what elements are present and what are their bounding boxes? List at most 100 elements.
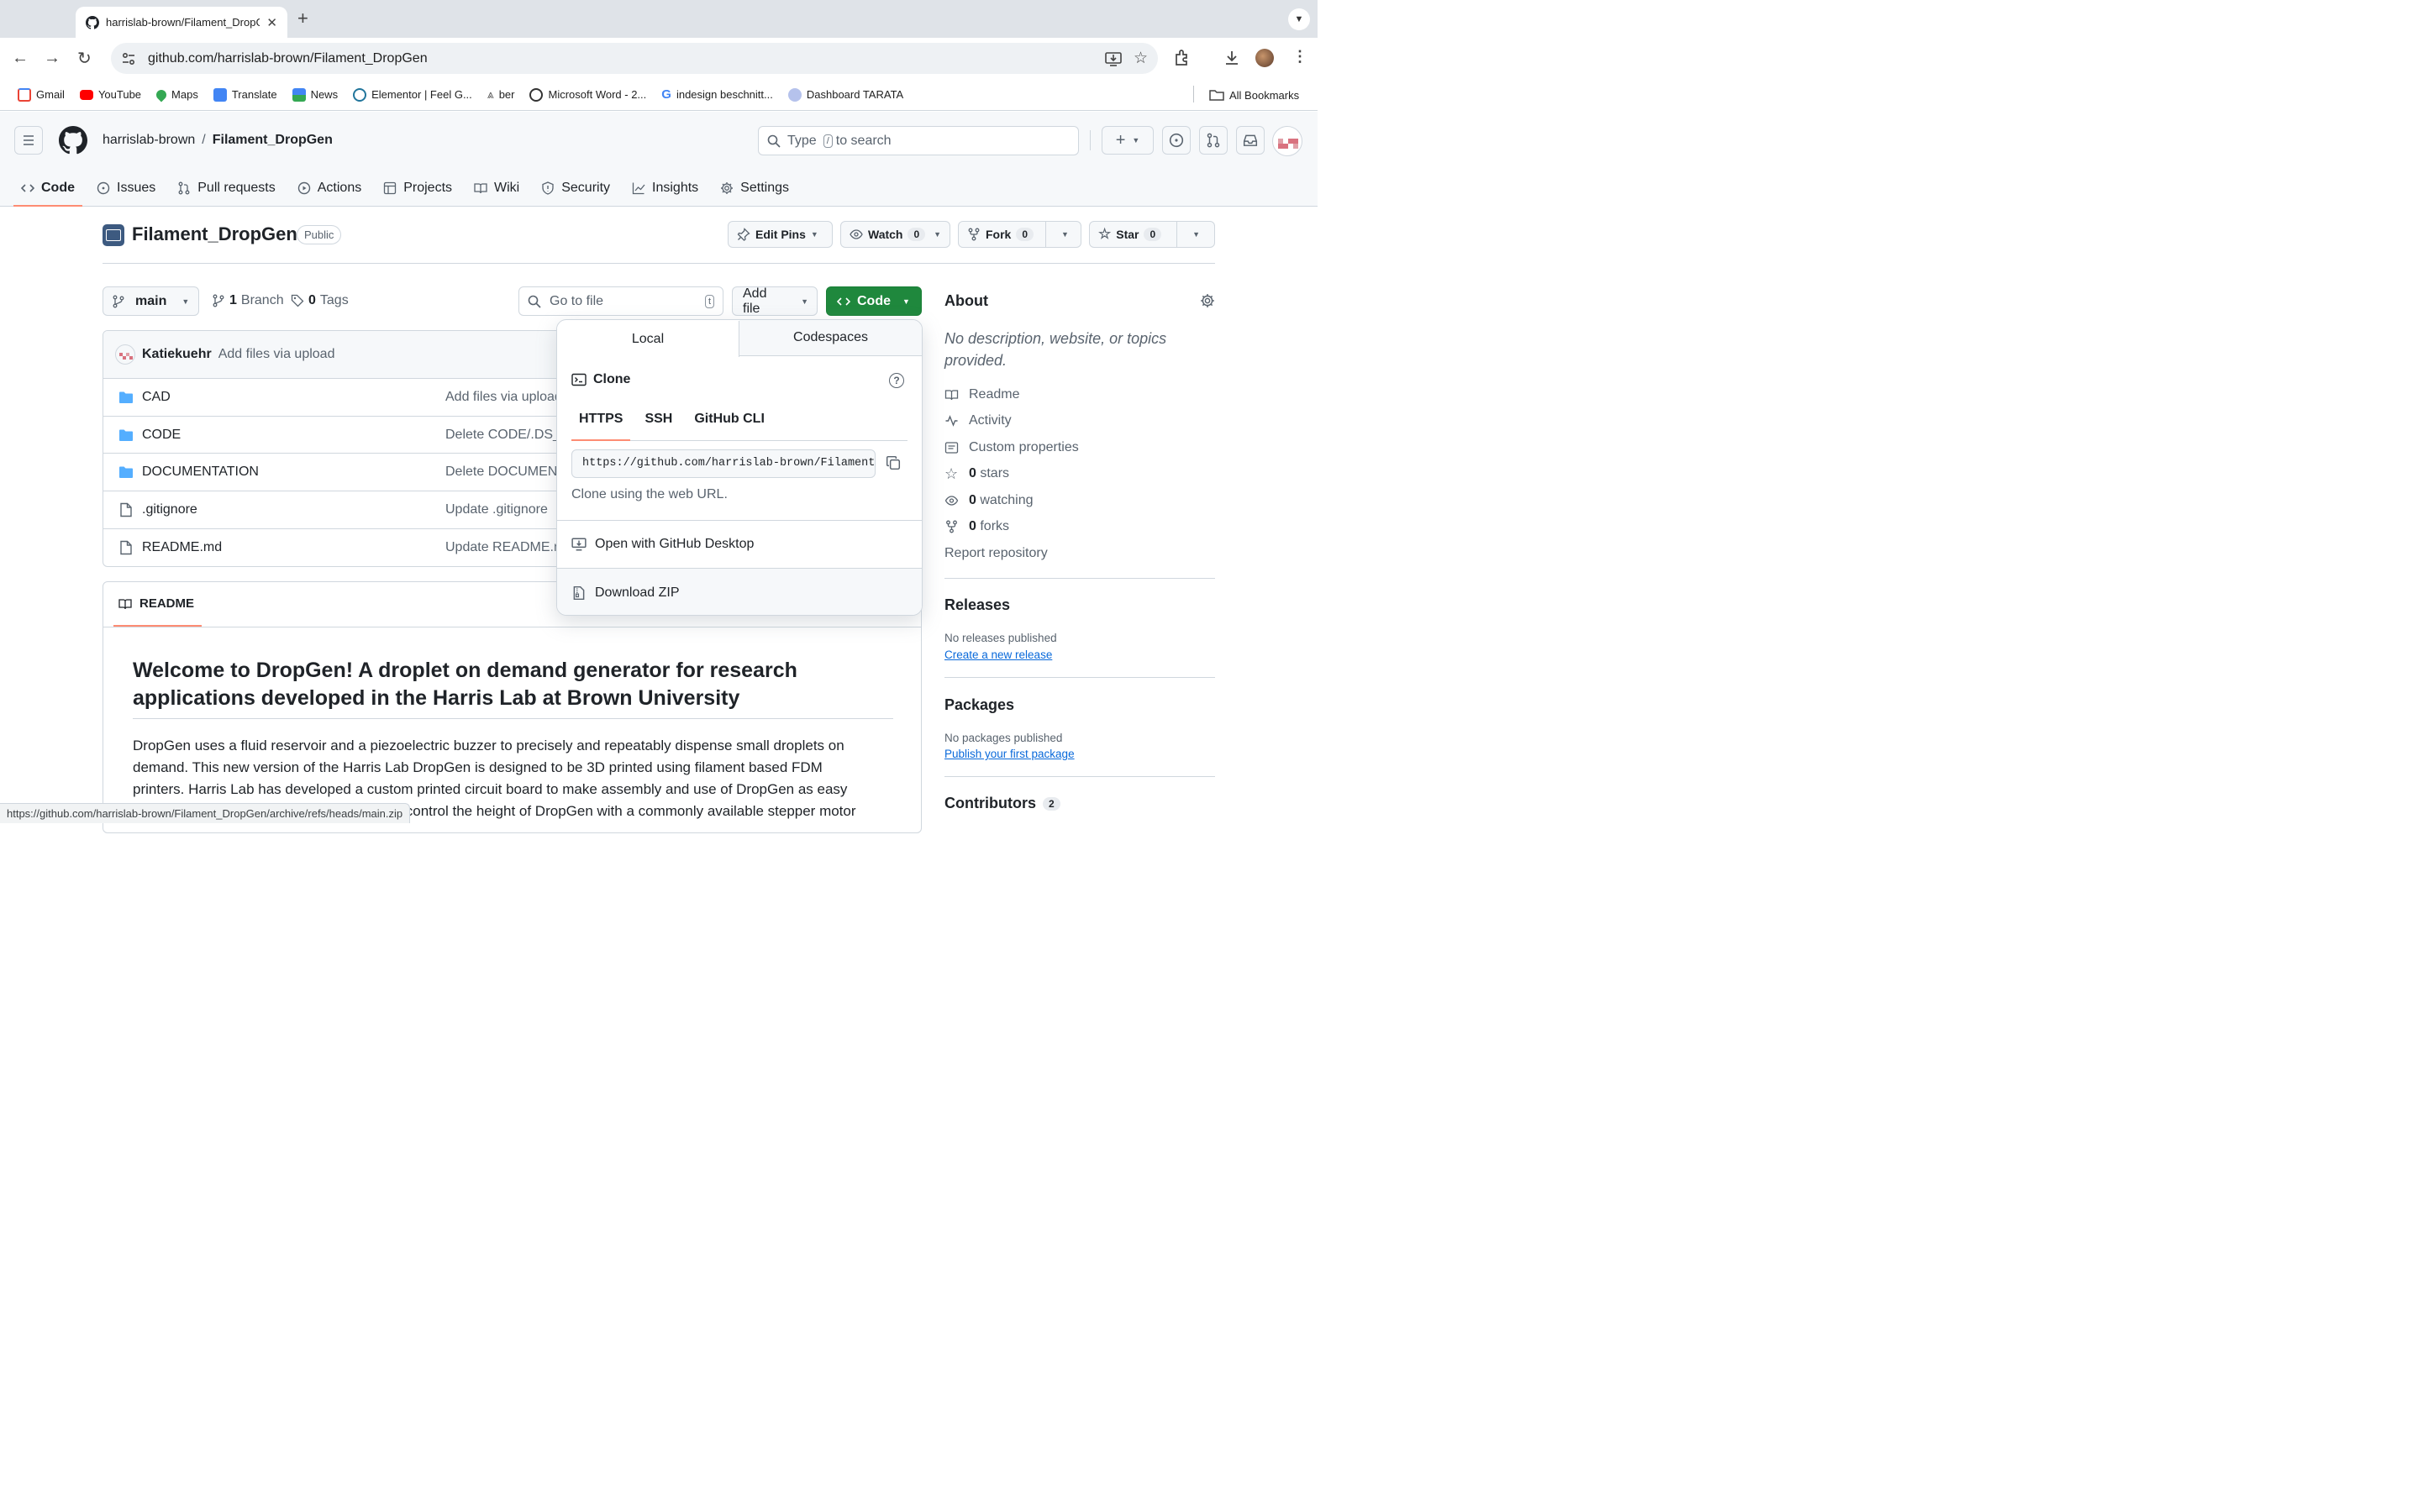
bookmark-gmail[interactable]: Gmail: [10, 83, 72, 107]
tab-issues[interactable]: Issues: [86, 174, 166, 202]
repo-title[interactable]: Filament_DropGen: [132, 223, 297, 245]
commit-author-avatar[interactable]: [115, 344, 135, 365]
github-logo-icon[interactable]: [59, 126, 87, 155]
bookmark-maps[interactable]: Maps: [149, 83, 206, 107]
open-with-desktop[interactable]: Open with GitHub Desktop: [557, 521, 922, 568]
bookmark-tarata[interactable]: Dashboard TARATA: [781, 83, 911, 107]
readme-box: README Welcome to DropGen! A droplet on …: [103, 581, 922, 833]
bookmark-indesign[interactable]: Gindesign beschnitt...: [654, 83, 781, 107]
inbox-button[interactable]: [1236, 126, 1265, 155]
tab-github-cli[interactable]: GitHub CLI: [687, 405, 772, 441]
install-app-icon[interactable]: [1105, 51, 1122, 66]
tags-link[interactable]: 0 Tags: [291, 293, 349, 308]
bookmark-elementor[interactable]: Elementor | Feel G...: [345, 83, 480, 107]
tab-actions[interactable]: Actions: [287, 174, 372, 202]
tab-ssh[interactable]: SSH: [630, 405, 687, 441]
activity-link[interactable]: Activity: [944, 408, 1213, 435]
profile-avatar[interactable]: [1255, 49, 1274, 67]
tab-codespaces[interactable]: Codespaces: [739, 320, 922, 355]
commit-author[interactable]: Katiekuehr: [142, 347, 212, 362]
address-bar[interactable]: github.com/harrislab-brown/Filament_Drop…: [111, 43, 1158, 74]
plus-icon: +: [1115, 130, 1126, 150]
browser-menu-icon[interactable]: ⋮: [1292, 48, 1307, 66]
pull-requests-button[interactable]: [1199, 126, 1228, 155]
stars-link[interactable]: ☆ 0 stars: [944, 461, 1213, 488]
watch-button[interactable]: Watch 0 ▼: [840, 221, 950, 248]
maps-pin-icon: [154, 87, 169, 102]
file-name[interactable]: CODE: [142, 428, 181, 443]
tab-pull-requests[interactable]: Pull requests: [166, 174, 287, 202]
user-avatar[interactable]: [1272, 126, 1302, 156]
download-zip[interactable]: Download ZIP: [557, 568, 922, 615]
file-commit-message[interactable]: Update README.md: [445, 540, 572, 555]
forks-link[interactable]: 0 forks: [944, 514, 1213, 541]
all-bookmarks[interactable]: All Bookmarks: [1202, 83, 1307, 107]
create-new-button[interactable]: + ▼: [1102, 126, 1154, 155]
branch-selector[interactable]: main ▼: [103, 286, 199, 316]
extensions-icon[interactable]: [1173, 49, 1192, 67]
readme-title: Welcome to DropGen! A droplet on demand …: [133, 659, 797, 710]
inbox-icon: [1243, 134, 1258, 146]
file-name[interactable]: DOCUMENTATION: [142, 465, 259, 480]
readme-link[interactable]: Readme: [944, 381, 1213, 408]
site-info-icon[interactable]: [121, 51, 136, 66]
breadcrumb-repo[interactable]: Filament_DropGen: [213, 133, 333, 148]
bookmark-star-icon[interactable]: ☆: [1134, 49, 1148, 68]
publish-package-link[interactable]: Publish your first package: [944, 748, 1075, 760]
tab-local[interactable]: Local: [557, 321, 739, 357]
downloads-icon[interactable]: [1223, 49, 1241, 67]
tab-search-button[interactable]: ▼: [1288, 8, 1310, 30]
create-release-link[interactable]: Create a new release: [944, 648, 1052, 661]
bookmark-youtube[interactable]: YouTube: [72, 83, 149, 107]
readme-tab[interactable]: README: [113, 582, 202, 627]
browser-tab[interactable]: harrislab-brown/Filament_DropGen ✕: [76, 7, 287, 38]
tab-close-icon[interactable]: ✕: [266, 15, 277, 30]
tab-wiki[interactable]: Wiki: [463, 174, 530, 202]
forward-icon[interactable]: →: [44, 49, 60, 68]
back-icon[interactable]: ←: [12, 49, 29, 68]
file-name[interactable]: .gitignore: [142, 502, 197, 517]
go-to-file-input[interactable]: Go to file t: [518, 286, 723, 316]
file-name[interactable]: README.md: [142, 540, 222, 555]
bookmark-translate[interactable]: Translate: [206, 83, 285, 107]
edit-pins-button[interactable]: Edit Pins ▼: [728, 221, 833, 248]
contributors-header[interactable]: Contributors 2: [944, 795, 1060, 812]
releases-title[interactable]: Releases: [944, 596, 1010, 614]
report-repository-link[interactable]: Report repository: [944, 540, 1213, 567]
file-name[interactable]: CAD: [142, 390, 171, 405]
repo-forked-icon: [967, 228, 981, 241]
packages-title[interactable]: Packages: [944, 696, 1014, 714]
commit-message[interactable]: Add files via upload: [218, 347, 335, 362]
add-file-button[interactable]: Add file ▼: [732, 286, 818, 316]
breadcrumb-owner[interactable]: harrislab-brown: [103, 133, 195, 148]
star-button[interactable]: ☆ Star 0 ▼: [1089, 221, 1215, 248]
bookmark-ber[interactable]: ⩓ ber: [480, 83, 523, 107]
code-button[interactable]: Code ▼: [826, 286, 922, 316]
new-tab-button[interactable]: +: [297, 8, 308, 29]
search-input[interactable]: Type / to search: [758, 126, 1079, 155]
hamburger-menu-button[interactable]: [14, 126, 43, 155]
tab-https[interactable]: HTTPS: [571, 405, 631, 441]
watching-link[interactable]: 0 watching: [944, 487, 1213, 514]
code-icon: [21, 181, 34, 195]
branches-link[interactable]: 1 Branch: [212, 293, 284, 308]
tab-projects[interactable]: Projects: [372, 174, 463, 202]
tab-code[interactable]: Code: [10, 174, 86, 207]
copy-icon[interactable]: [886, 455, 901, 470]
issues-button[interactable]: [1162, 126, 1191, 155]
clone-url-input[interactable]: https://github.com/harrislab-brown/Filam…: [571, 449, 876, 478]
clone-header: Clone: [571, 372, 630, 387]
bookmark-word[interactable]: Microsoft Word - 2...: [522, 83, 654, 107]
tab-insights[interactable]: Insights: [621, 174, 709, 202]
about-settings-icon[interactable]: [1200, 293, 1215, 308]
file-commit-message[interactable]: Update .gitignore: [445, 502, 548, 517]
help-icon[interactable]: ?: [889, 373, 904, 388]
custom-properties-link[interactable]: Custom properties: [944, 434, 1213, 461]
tab-security[interactable]: Security: [530, 174, 621, 202]
bookmark-news[interactable]: News: [285, 83, 346, 107]
file-zip-icon: [571, 585, 587, 601]
tab-settings[interactable]: Settings: [709, 174, 800, 202]
fork-button[interactable]: Fork 0 ▼: [958, 221, 1081, 248]
reload-icon[interactable]: ↻: [77, 48, 92, 69]
file-commit-message[interactable]: Add files via upload: [445, 390, 562, 405]
